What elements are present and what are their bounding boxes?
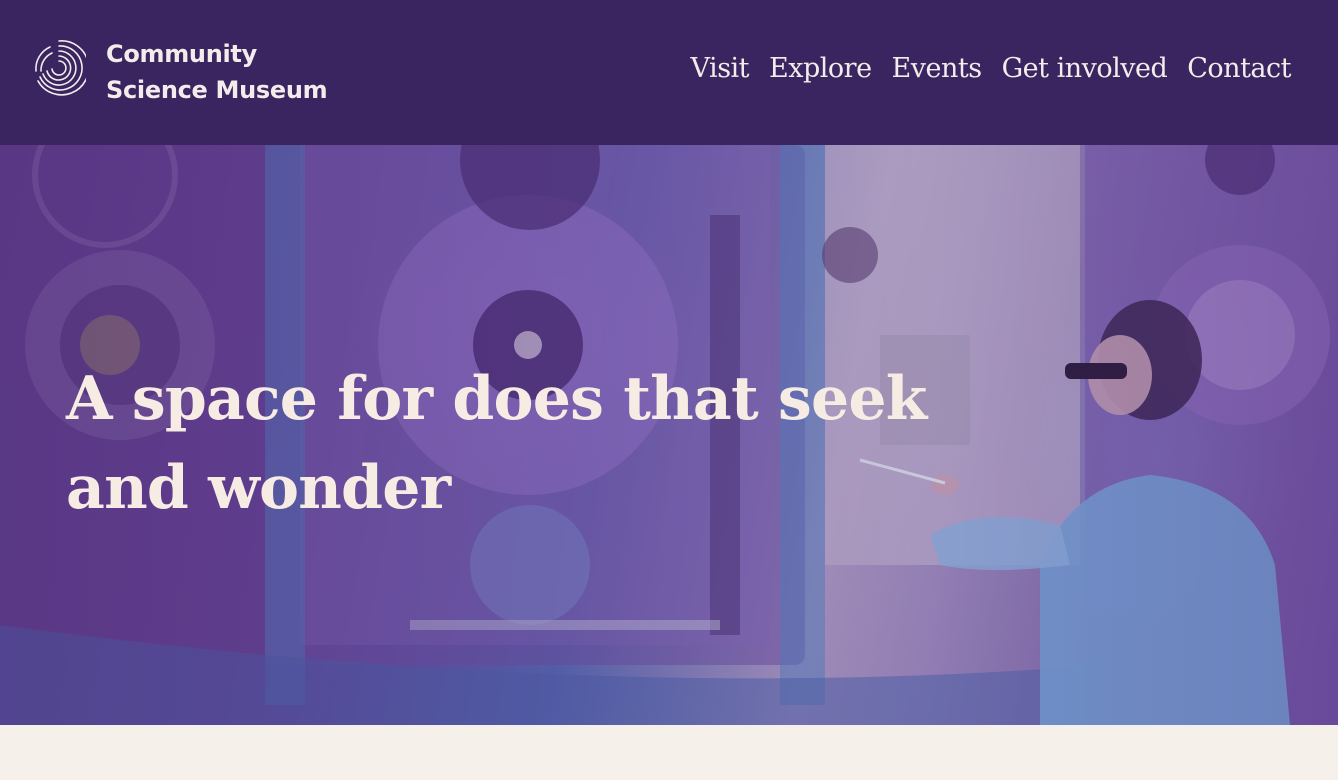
brand-name-line2: Science Museum: [106, 76, 328, 104]
nav-link-contact[interactable]: Contact: [1187, 50, 1291, 88]
hero-title: A space for does that seek and wonder: [66, 364, 927, 523]
home-logo-link[interactable]: Community Science Museum: [32, 36, 328, 108]
nav-link-get-involved[interactable]: Get involved: [1002, 50, 1168, 88]
brand-name-line1: Community: [106, 40, 257, 68]
spiral-logo-icon: [35, 40, 86, 96]
site-header: Community Science Museum Visit Explore E…: [0, 0, 1338, 145]
main-nav: Visit Explore Events Get involved Contac…: [691, 50, 1292, 88]
nav-link-explore[interactable]: Explore: [769, 50, 872, 88]
brand-name: Community Science Museum: [106, 36, 328, 108]
hero-banner: A space for does that seek and wonder: [0, 145, 1338, 725]
nav-link-events[interactable]: Events: [892, 50, 983, 88]
content-area-top: [0, 725, 1338, 780]
nav-link-visit[interactable]: Visit: [691, 50, 750, 88]
